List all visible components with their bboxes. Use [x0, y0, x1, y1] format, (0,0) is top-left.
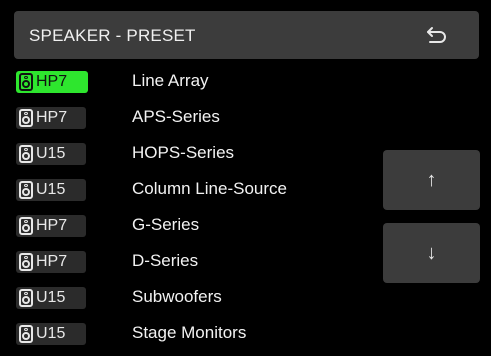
speaker-model: U15	[36, 325, 66, 342]
speaker-model: U15	[36, 289, 66, 306]
speaker-model: HP7	[36, 253, 68, 270]
list-item[interactable]: HP7 G-Series	[0, 208, 380, 244]
speaker-badge: U15	[16, 323, 86, 345]
speaker-icon	[19, 253, 33, 271]
arrow-down-icon: ↓	[426, 241, 437, 264]
list-item[interactable]: HP7 Line Array	[0, 64, 380, 100]
speaker-icon	[19, 217, 33, 235]
scroll-up-button[interactable]: ↑	[383, 150, 480, 210]
speaker-badge: HP7	[16, 215, 86, 237]
speaker-badge: U15	[16, 287, 86, 309]
preset-label: Subwoofers	[132, 287, 222, 306]
list-item[interactable]: U15 HOPS-Series	[0, 136, 380, 172]
speaker-badge: HP7	[16, 251, 86, 273]
speaker-model: HP7	[36, 73, 68, 90]
preset-label: Stage Monitors	[132, 323, 247, 342]
preset-label: G-Series	[132, 215, 200, 234]
preset-label: Line Array	[132, 71, 209, 90]
list-item[interactable]: U15 Subwoofers	[0, 280, 380, 316]
speaker-badge: HP7	[16, 107, 86, 129]
speaker-badge: HP7	[16, 71, 88, 93]
preset-label: HOPS-Series	[132, 143, 235, 162]
speaker-badge: U15	[16, 143, 86, 165]
list-item[interactable]: HP7 D-Series	[0, 244, 380, 280]
back-button[interactable]	[419, 21, 455, 49]
speaker-icon	[19, 109, 33, 127]
arrow-up-icon: ↑	[426, 168, 437, 191]
speaker-icon	[19, 325, 33, 343]
page-title: SPEAKER - PRESET	[29, 26, 196, 45]
speaker-icon	[19, 145, 33, 163]
speaker-badge: U15	[16, 179, 86, 201]
speaker-model: HP7	[36, 109, 68, 126]
title-bar: SPEAKER - PRESET	[14, 11, 479, 59]
speaker-icon	[19, 73, 33, 91]
scroll-down-button[interactable]: ↓	[383, 223, 480, 283]
preset-label: D-Series	[132, 251, 199, 270]
speaker-icon	[19, 289, 33, 307]
preset-label: APS-Series	[132, 107, 220, 126]
list-item[interactable]: U15 Stage Monitors	[0, 316, 380, 352]
speaker-model: U15	[36, 181, 66, 198]
list-item[interactable]: U15 Column Line-Source	[0, 172, 380, 208]
list-item[interactable]: HP7 APS-Series	[0, 100, 380, 136]
preset-label: Column Line-Source	[132, 179, 287, 198]
speaker-icon	[19, 181, 33, 199]
speaker-model: HP7	[36, 217, 68, 234]
return-arrow-icon	[427, 27, 446, 43]
speaker-model: U15	[36, 145, 66, 162]
